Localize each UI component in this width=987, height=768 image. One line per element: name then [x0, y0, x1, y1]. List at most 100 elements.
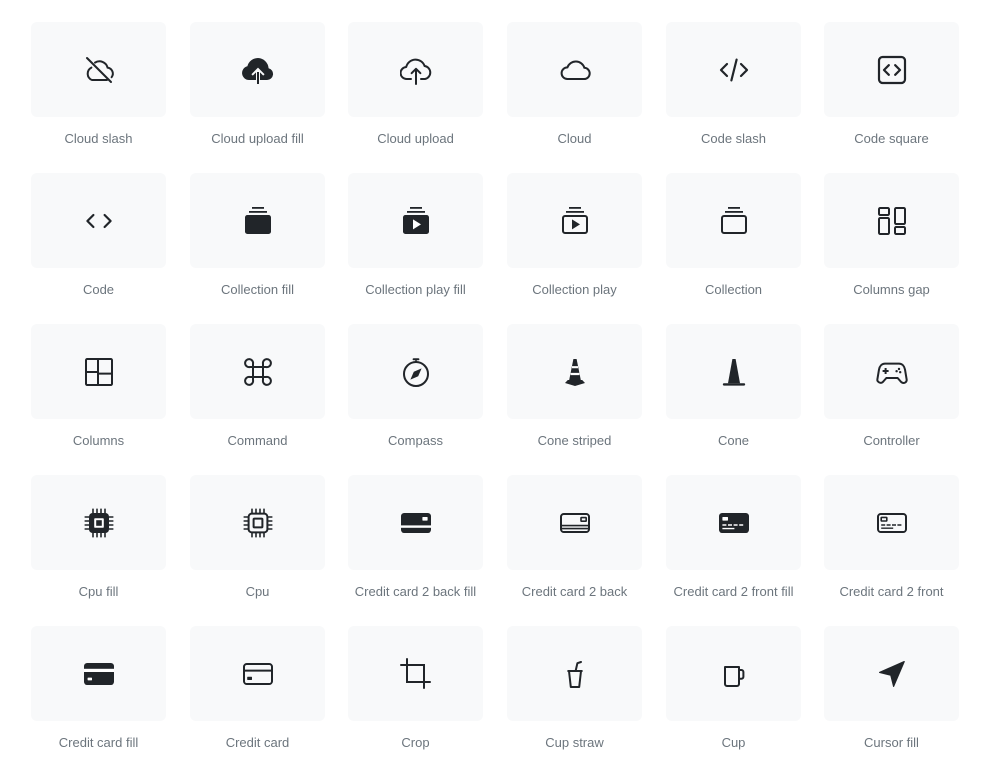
- icon-tile[interactable]: [824, 324, 959, 419]
- icon-card[interactable]: Cloud upload: [348, 22, 483, 146]
- icon-tile[interactable]: [507, 22, 642, 117]
- icon-tile[interactable]: [31, 22, 166, 117]
- icon-tile[interactable]: [348, 475, 483, 570]
- icon-card[interactable]: Cpu: [190, 475, 325, 599]
- icon-label: Cloud upload: [377, 131, 454, 146]
- icon-label: Credit card: [225, 735, 290, 750]
- icon-tile[interactable]: [507, 173, 642, 268]
- icon-card[interactable]: Command: [190, 324, 325, 448]
- icon-card[interactable]: Cursor fill: [824, 626, 959, 750]
- icon-tile[interactable]: [31, 626, 166, 721]
- icon-card[interactable]: Crop: [348, 626, 483, 750]
- code-square-icon: [877, 55, 906, 84]
- cpu-icon: [243, 508, 272, 537]
- icon-card[interactable]: Credit card 2 back: [507, 475, 642, 599]
- cup-straw-icon: [566, 660, 583, 688]
- icon-label: Cursor fill: [864, 735, 919, 750]
- icon-label: Credit card 2 back: [521, 584, 628, 599]
- icon-card[interactable]: Cup straw: [507, 626, 642, 750]
- cloud-upload-fill-icon: [241, 57, 273, 84]
- icon-card[interactable]: Cloud upload fill: [190, 22, 325, 146]
- collection-fill-icon: [244, 206, 271, 234]
- icon-card[interactable]: Credit card: [190, 626, 325, 750]
- icon-card[interactable]: Cloud slash: [31, 22, 166, 146]
- icon-tile[interactable]: [507, 324, 642, 419]
- icon-tile[interactable]: [348, 626, 483, 721]
- icon-label: Columns: [72, 433, 125, 448]
- icon-tile[interactable]: [190, 173, 325, 268]
- icon-tile[interactable]: [666, 22, 801, 117]
- cursor-fill-icon: [878, 660, 905, 687]
- icon-tile[interactable]: [824, 475, 959, 570]
- icon-label: Compass: [388, 433, 443, 448]
- cup-icon: [723, 665, 744, 687]
- code-icon: [85, 213, 112, 228]
- icon-label: Credit card fill: [58, 735, 139, 750]
- icon-tile[interactable]: [666, 626, 801, 721]
- icon-card[interactable]: Cup: [666, 626, 801, 750]
- icon-card[interactable]: Credit card 2 back fill: [348, 475, 483, 599]
- icon-card[interactable]: Cloud: [507, 22, 642, 146]
- icon-card[interactable]: Code: [31, 173, 166, 297]
- icon-card[interactable]: Collection play fill: [348, 173, 483, 297]
- icon-card[interactable]: Collection fill: [190, 173, 325, 297]
- icon-tile[interactable]: [507, 475, 642, 570]
- credit-card-2-front-fill-icon: [718, 512, 749, 533]
- icon-label: Cloud upload fill: [211, 131, 304, 146]
- icon-tile[interactable]: [348, 173, 483, 268]
- icon-label: Code: [82, 282, 115, 297]
- collection-play-fill-icon: [402, 206, 429, 234]
- icon-card[interactable]: Collection play: [507, 173, 642, 297]
- icon-label: Columns gap: [853, 282, 930, 297]
- icon-card[interactable]: Cone: [666, 324, 801, 448]
- icon-label: Command: [227, 433, 288, 448]
- collection-icon: [720, 206, 747, 234]
- icon-tile[interactable]: [666, 173, 801, 268]
- icon-card[interactable]: Code slash: [666, 22, 801, 146]
- icon-label: Cloud slash: [64, 131, 133, 146]
- icon-tile[interactable]: [31, 324, 166, 419]
- icon-card[interactable]: Cone striped: [507, 324, 642, 448]
- icon-label: Cup straw: [545, 735, 604, 750]
- icon-card[interactable]: Collection: [666, 173, 801, 297]
- icon-card[interactable]: Credit card 2 front fill: [666, 475, 801, 599]
- icon-tile[interactable]: [824, 173, 959, 268]
- icon-label: Code slash: [700, 131, 767, 146]
- icon-card[interactable]: Columns: [31, 324, 166, 448]
- icon-tile[interactable]: [824, 626, 959, 721]
- icon-tile[interactable]: [824, 22, 959, 117]
- icon-label: Collection play fill: [365, 282, 466, 297]
- icon-label: Cpu fill: [78, 584, 119, 599]
- icon-card[interactable]: Code square: [824, 22, 959, 146]
- collection-play-icon: [561, 206, 588, 234]
- icon-card[interactable]: Compass: [348, 324, 483, 448]
- crop-icon: [399, 657, 431, 689]
- columns-icon: [84, 357, 113, 386]
- icon-tile[interactable]: [31, 173, 166, 268]
- icon-card[interactable]: Columns gap: [824, 173, 959, 297]
- icon-tile[interactable]: [190, 22, 325, 117]
- credit-card-icon: [242, 662, 273, 685]
- icon-label: Credit card 2 front fill: [673, 584, 794, 599]
- icon-grid: Cloud slash Cloud upload fill Cloud uplo…: [0, 0, 987, 768]
- icon-label: Code square: [854, 131, 929, 146]
- icon-card[interactable]: Credit card fill: [31, 626, 166, 750]
- icon-tile[interactable]: [348, 22, 483, 117]
- icon-tile[interactable]: [190, 324, 325, 419]
- icon-tile[interactable]: [190, 626, 325, 721]
- icon-tile[interactable]: [666, 324, 801, 419]
- icon-tile[interactable]: [348, 324, 483, 419]
- icon-tile[interactable]: [666, 475, 801, 570]
- cpu-fill-icon: [84, 508, 113, 537]
- icon-card[interactable]: Cpu fill: [31, 475, 166, 599]
- icon-tile[interactable]: [190, 475, 325, 570]
- code-slash-icon: [719, 58, 748, 81]
- credit-card-fill-icon: [83, 662, 114, 685]
- icon-tile[interactable]: [31, 475, 166, 570]
- icon-card[interactable]: Controller: [824, 324, 959, 448]
- controller-icon: [875, 362, 908, 384]
- icon-card[interactable]: Credit card 2 front: [824, 475, 959, 599]
- credit-card-2-front-icon: [876, 512, 907, 533]
- columns-gap-icon: [877, 206, 906, 235]
- icon-tile[interactable]: [507, 626, 642, 721]
